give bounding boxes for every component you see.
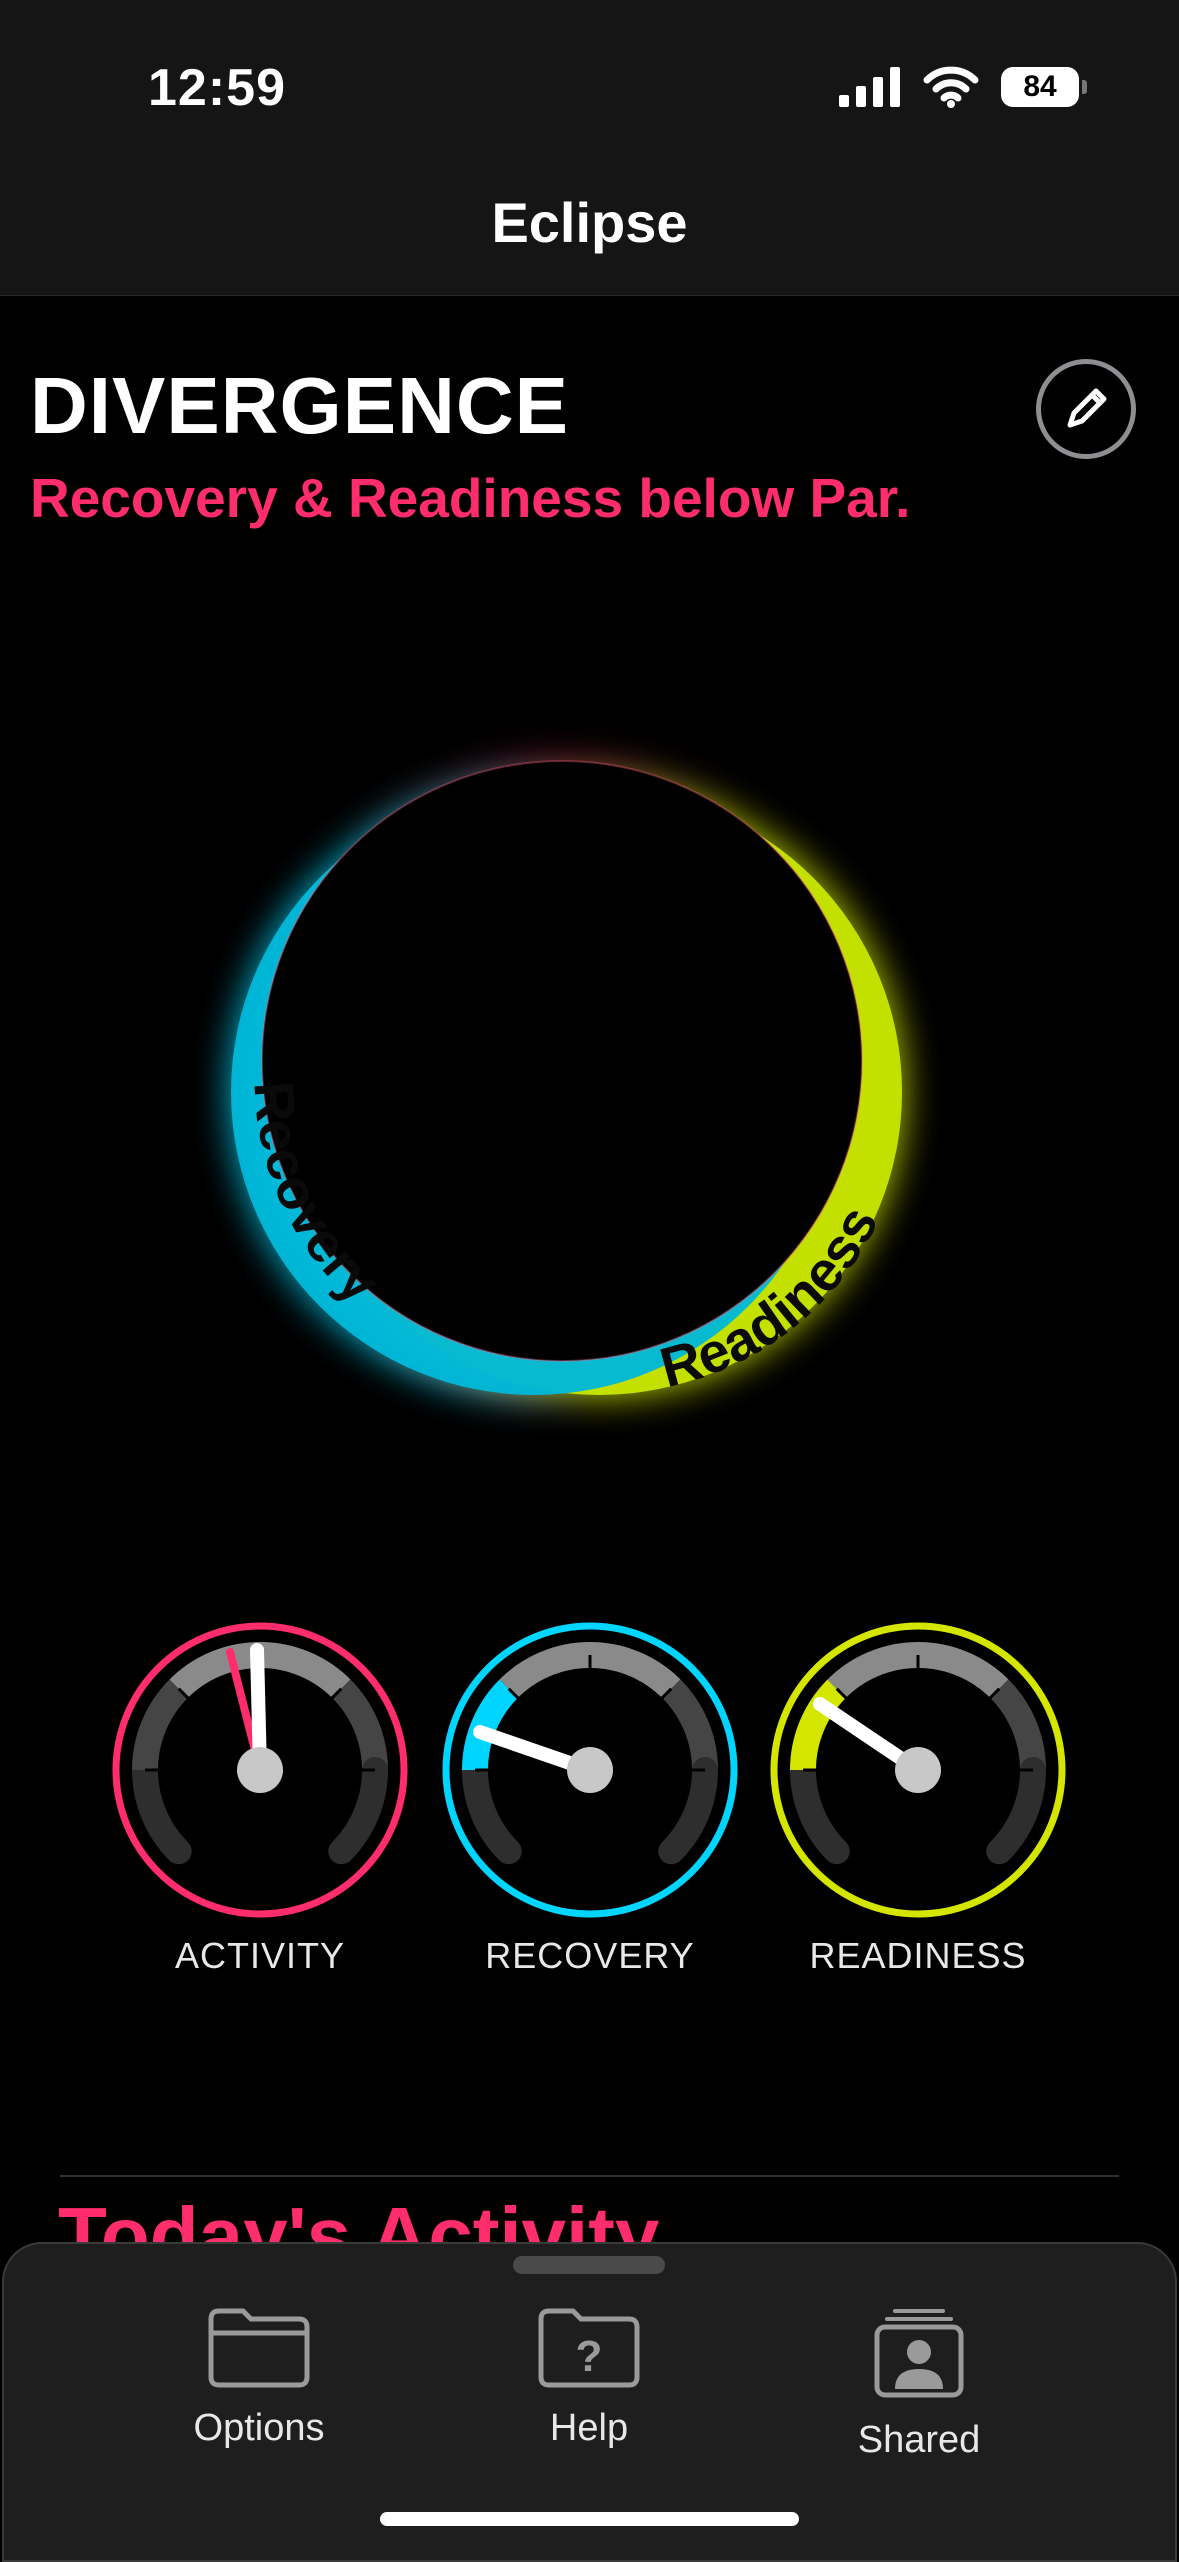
section-divider xyxy=(60,2175,1119,2177)
recovery-gauge[interactable]: RECOVERY xyxy=(440,1620,740,1976)
activity-gauge-dial xyxy=(112,1622,408,1918)
eclipse-visual: Recovery Readiness xyxy=(229,760,904,1399)
svg-text:?: ? xyxy=(576,2332,603,2381)
readiness-gauge-dial xyxy=(770,1622,1066,1918)
status-subtitle: Recovery & Readiness below Par. xyxy=(30,467,911,529)
tab-shared-label: Shared xyxy=(857,2419,981,2461)
recovery-gauge-dial xyxy=(442,1622,738,1918)
home-indicator xyxy=(380,2512,799,2526)
tab-options-label: Options xyxy=(193,2407,325,2449)
nav-title: Eclipse xyxy=(491,191,688,254)
sheet-grabber[interactable] xyxy=(513,2256,665,2274)
activity-gauge[interactable]: ACTIVITY xyxy=(110,1620,410,1976)
signal-icon xyxy=(839,67,900,107)
readiness-gauge-label: READINESS xyxy=(809,1935,1027,1976)
pencil-icon xyxy=(1067,388,1107,428)
tab-help[interactable]: ? Help xyxy=(459,2305,719,2450)
readiness-gauge[interactable]: READINESS xyxy=(768,1620,1068,1976)
recovery-gauge-label: RECOVERY xyxy=(485,1935,695,1976)
shared-contacts-icon xyxy=(874,2309,964,2398)
wifi-icon xyxy=(923,66,979,108)
battery-icon: 84 xyxy=(1001,67,1087,107)
status-time: 12:59 xyxy=(148,59,286,117)
battery-level: 84 xyxy=(1023,70,1057,103)
help-folder-icon: ? xyxy=(538,2308,640,2388)
folder-icon xyxy=(208,2308,310,2388)
tab-shared[interactable]: Shared xyxy=(789,2305,1049,2462)
edit-button[interactable] xyxy=(1036,359,1136,459)
tab-options[interactable]: Options xyxy=(129,2305,389,2450)
tab-help-label: Help xyxy=(549,2407,629,2449)
activity-gauge-label: ACTIVITY xyxy=(174,1935,346,1976)
page-title: DIVERGENCE xyxy=(30,361,569,450)
status-icons: 84 xyxy=(839,62,1087,112)
gauges-row: ACTIVITY RECOVERY READINESS xyxy=(0,1620,1179,2000)
